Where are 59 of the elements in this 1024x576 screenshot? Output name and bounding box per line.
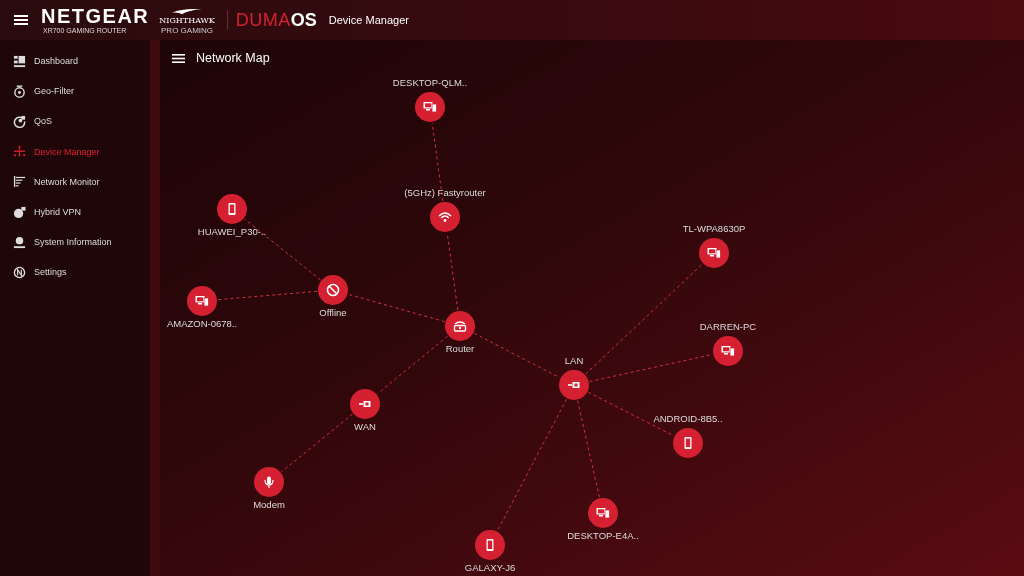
sidebar-item[interactable]: QoS xyxy=(0,106,150,137)
sidebar-item[interactable]: Network Monitor xyxy=(0,166,150,197)
router-icon xyxy=(453,319,467,333)
computer-icon xyxy=(423,100,437,114)
device-label: DESKTOP-E4A.. xyxy=(567,530,639,542)
device-label: Modem xyxy=(253,499,285,511)
device-node[interactable] xyxy=(475,530,505,560)
computer-icon xyxy=(195,294,209,308)
device-label: GALAXY-J6 xyxy=(464,562,516,574)
brand-logo: NETGEAR xyxy=(41,6,150,26)
device-node[interactable] xyxy=(415,92,445,122)
device-label: HUAWEI_P30-.. xyxy=(197,226,267,238)
device-node[interactable] xyxy=(713,336,743,366)
os-logo: DUMAOS xyxy=(226,10,317,30)
sidebar-item[interactable]: Settings xyxy=(0,257,150,288)
device-node[interactable] xyxy=(445,311,475,341)
device-label: LAN xyxy=(564,355,584,367)
device-label: TL-WPA8630P xyxy=(682,223,746,235)
sidebar-item[interactable]: Hybrid VPN xyxy=(0,196,150,228)
device-label: WAN xyxy=(354,421,376,433)
blocked-icon xyxy=(326,283,340,297)
device-node[interactable] xyxy=(430,202,460,232)
map-title: Network Map xyxy=(196,51,270,65)
device-label: (5GHz) Fastyrouter xyxy=(404,187,486,199)
device-label: AMAZON-0678.. xyxy=(166,318,238,330)
device-node[interactable] xyxy=(254,467,284,497)
device-label: ANDROID-8B5.. xyxy=(653,413,723,425)
device-node[interactable] xyxy=(588,498,618,528)
sidebar-item[interactable]: Geo-Filter xyxy=(0,76,150,107)
device-node[interactable] xyxy=(673,428,703,458)
sidebar-item[interactable]: Dashboard xyxy=(0,46,150,77)
computer-icon xyxy=(707,246,721,260)
device-node[interactable] xyxy=(187,286,217,316)
network-icon xyxy=(13,145,26,159)
modem-icon xyxy=(262,475,276,489)
computer-icon xyxy=(596,506,610,520)
device-node[interactable] xyxy=(217,194,247,224)
wifi-icon xyxy=(438,210,452,224)
device-node[interactable] xyxy=(318,275,348,305)
menu-icon[interactable] xyxy=(14,15,28,25)
sidebar-item[interactable]: System Information xyxy=(0,227,150,258)
device-label: DESKTOP-QLM.. xyxy=(392,77,468,89)
list-icon xyxy=(13,175,26,189)
device-node[interactable] xyxy=(699,238,729,268)
device-label: Offline xyxy=(319,307,347,319)
device-node[interactable] xyxy=(559,370,589,400)
device-node[interactable] xyxy=(350,389,380,419)
computer-icon xyxy=(721,344,735,358)
dashboard-icon xyxy=(13,54,26,68)
target-icon xyxy=(13,84,26,98)
sidebar-item[interactable]: Device Manager xyxy=(0,136,150,167)
sub-brand: NIGHTHAWK xyxy=(159,15,215,25)
device-label: DARREN-PC xyxy=(699,321,757,333)
sub-brand-tag: PRO GAMING xyxy=(161,25,214,35)
settings-icon xyxy=(13,265,26,279)
page-title: Device Manager xyxy=(328,14,409,26)
device-label: Router xyxy=(445,343,475,355)
menu-icon[interactable] xyxy=(172,53,185,63)
gauge-icon xyxy=(13,114,26,128)
